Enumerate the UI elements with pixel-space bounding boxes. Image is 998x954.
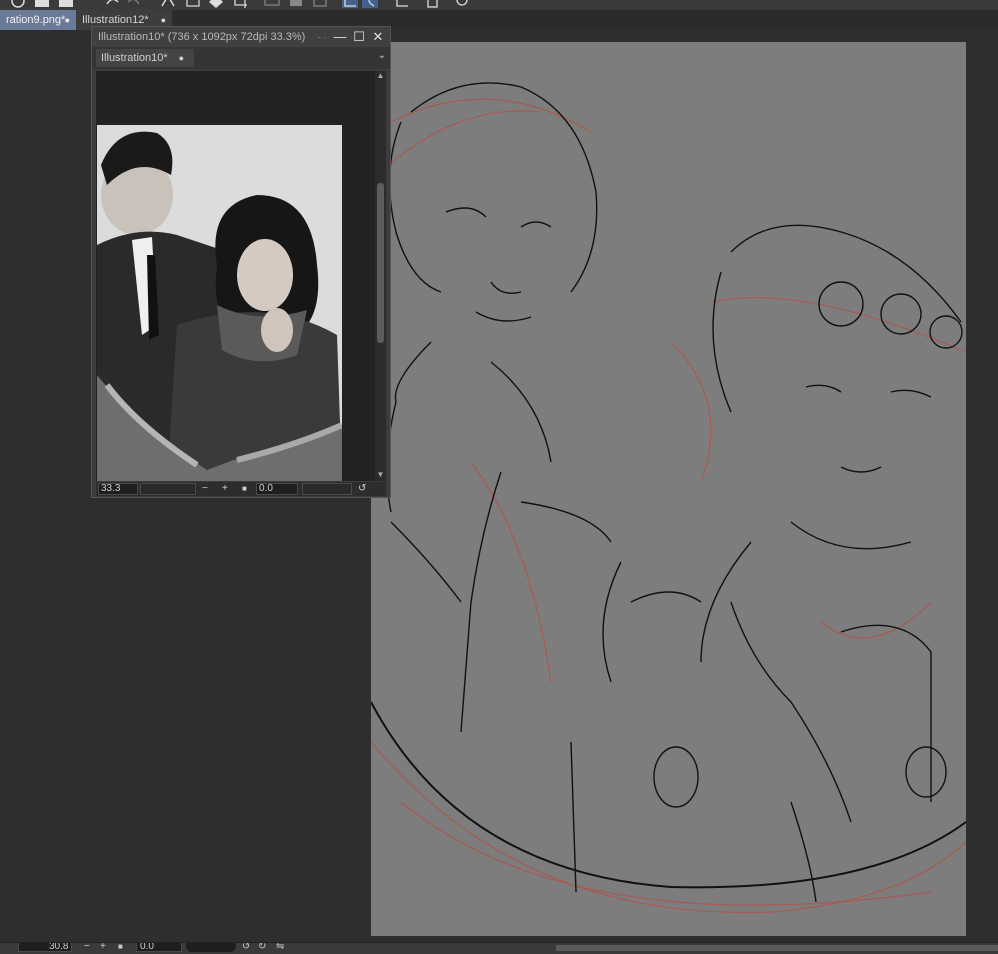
fit-button[interactable]: ■ <box>242 482 247 496</box>
save-icon[interactable] <box>58 0 74 8</box>
tab-label: Illustration12* <box>82 14 149 26</box>
chat-icon[interactable] <box>454 0 470 8</box>
drawing-canvas[interactable] <box>371 42 966 936</box>
unsaved-dot-icon[interactable]: ● <box>179 49 184 67</box>
sub-view-footer: 33.3 − + ■ 0.0 ↺ <box>96 482 386 496</box>
close-button[interactable]: ✕ <box>370 29 386 45</box>
minimize-button[interactable]: — <box>332 29 348 45</box>
transform-icon[interactable] <box>185 0 201 8</box>
canvas-rotation-field[interactable]: 0.0 <box>136 943 182 952</box>
select-icon[interactable] <box>312 0 328 8</box>
tab-label: ration9.png* <box>6 14 66 26</box>
status-bar: 30.8 − + ■ 0.0 ↺ ↻ ⇋ <box>0 942 998 954</box>
tab-illustration9[interactable]: ration9.png* ● <box>0 10 76 30</box>
lasso-icon[interactable] <box>342 0 358 8</box>
sub-view-scrollbar[interactable]: ▲ ▼ <box>375 71 386 481</box>
undo-icon[interactable] <box>104 0 120 8</box>
status-scrollbar[interactable] <box>556 945 998 951</box>
zoom-in-button[interactable]: + <box>222 482 228 496</box>
globe-icon[interactable] <box>10 0 26 8</box>
reset-rotation-icon[interactable]: ↺ <box>358 482 366 496</box>
brush-icon[interactable] <box>160 0 176 8</box>
line-art-drawing <box>371 82 966 914</box>
fill-icon[interactable] <box>208 0 224 8</box>
zoom-out-button[interactable]: − <box>84 943 90 952</box>
sub-view-title: Illustration10* (736 x 1092px 72dpi 33.3… <box>98 31 306 43</box>
rotate-left-icon[interactable]: ↺ <box>242 943 250 952</box>
reference-photo <box>97 125 342 481</box>
scroll-down-icon[interactable]: ▼ <box>375 470 386 480</box>
rotation-field[interactable]: 0.0 <box>256 483 298 495</box>
tab-label: Illustration10* <box>101 52 168 64</box>
fit-button[interactable]: ■ <box>118 943 123 952</box>
canvas-zoom-field[interactable]: 30.8 <box>18 943 72 952</box>
maximize-button[interactable]: ☐ <box>351 29 367 45</box>
zoom-in-button[interactable]: + <box>100 943 106 952</box>
sub-view-window[interactable]: Illustration10* (736 x 1092px 72dpi 33.3… <box>91 26 391 498</box>
zoom-out-button[interactable]: − <box>202 482 208 496</box>
phone-icon[interactable] <box>394 0 410 8</box>
frame-icon[interactable] <box>362 0 378 8</box>
ruler-icon[interactable] <box>264 0 280 8</box>
sub-view-titlebar[interactable]: Illustration10* (736 x 1092px 72dpi 33.3… <box>92 27 390 47</box>
crop-icon[interactable] <box>232 0 248 8</box>
layer-icon[interactable] <box>288 0 304 8</box>
titlebar-dots: - · <box>317 32 327 42</box>
folder-icon[interactable] <box>34 0 50 8</box>
tab-illustration10[interactable]: Illustration10* ● <box>96 49 194 67</box>
flip-horizontal-icon[interactable]: ⇋ <box>276 943 284 952</box>
sub-view-tab-bar: Illustration10* ● ⌄ <box>92 47 390 69</box>
zoom-field[interactable]: 33.3 <box>98 483 138 495</box>
sub-view-canvas[interactable] <box>96 71 375 481</box>
tablet-icon[interactable] <box>424 0 440 8</box>
unsaved-dot-icon[interactable]: ● <box>65 10 70 30</box>
redo-icon[interactable] <box>126 0 142 8</box>
rotation-slider[interactable] <box>302 483 352 495</box>
rotation-slider[interactable] <box>186 943 236 952</box>
scroll-thumb[interactable] <box>377 183 384 343</box>
chevron-down-icon[interactable]: ⌄ <box>378 50 386 61</box>
rotate-right-icon[interactable]: ↻ <box>258 943 266 952</box>
zoom-slider[interactable] <box>140 483 196 495</box>
scroll-up-icon[interactable]: ▲ <box>375 71 386 81</box>
